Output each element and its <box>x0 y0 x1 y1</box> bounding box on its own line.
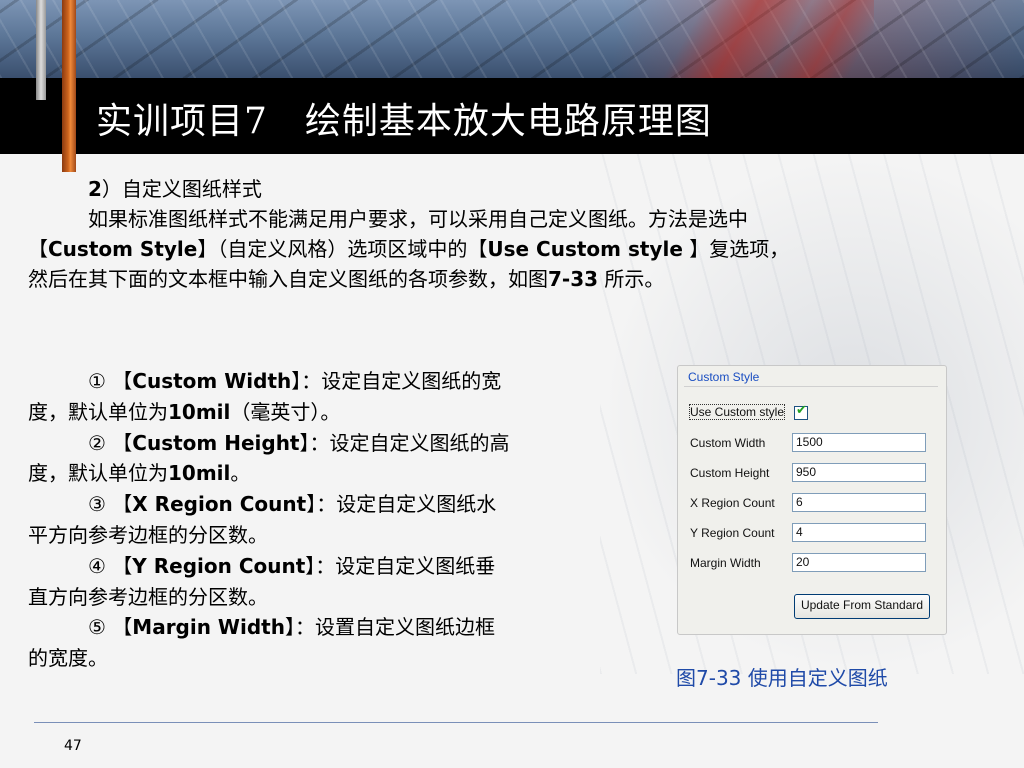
item-cont-end: 。 <box>230 461 251 486</box>
list-item-continuation: 直方向参考边框的分区数。 <box>28 582 628 613</box>
intro-bracket: 【 <box>28 237 48 261</box>
parameter-list: ① 【Custom Width】：设定自定义图纸的宽 度，默认单位为10mil（… <box>28 366 628 674</box>
intro-custom-style-term: Custom Style <box>48 237 198 261</box>
item-desc: 】：设置自定义图纸边框 <box>284 615 495 640</box>
item-bracket: 【 <box>105 430 133 455</box>
list-item-continuation: 度，默认单位为10mil。 <box>28 458 628 489</box>
figure-caption: 图7-33 使用自定义图纸 <box>676 666 888 690</box>
item-key: Custom Height <box>132 430 300 455</box>
header-banner-image <box>0 0 1024 78</box>
item-bracket: 【 <box>105 615 133 640</box>
use-custom-style-checkbox[interactable]: ✔ <box>794 403 808 420</box>
intro-heading: 2）自定义图纸样式 <box>28 174 958 204</box>
list-item: ③ 【X Region Count】：设定自定义图纸水 <box>28 489 628 520</box>
footer-divider <box>34 722 878 723</box>
list-item: ⑤ 【Margin Width】：设置自定义图纸边框 <box>28 612 628 643</box>
item-number: ③ <box>88 492 106 517</box>
intro-heading-text: ）自定义图纸样式 <box>101 177 262 201</box>
custom-height-label: Custom Height <box>690 466 770 480</box>
item-cont-text: 直方向参考边框的分区数。 <box>28 584 268 609</box>
banner-red-crane <box>654 0 874 78</box>
y-region-count-field[interactable]: 4 <box>792 523 926 542</box>
item-cont-text: 平方向参考边框的分区数。 <box>28 522 268 547</box>
item-number: ⑤ <box>88 615 106 640</box>
intro-line-3: 然后在其下面的文本框中输入自定义图纸的各项参数，如图7-33 所示。 <box>28 264 958 294</box>
intro-line-2-end: 】复选项， <box>682 237 790 261</box>
item-number: ② <box>88 430 106 455</box>
check-icon: ✔ <box>796 403 807 418</box>
intro-line-2: 【Custom Style】（自定义风格）选项区域中的【Use Custom s… <box>28 234 958 264</box>
custom-width-field[interactable]: 1500 <box>792 433 926 452</box>
group-title: Custom Style <box>688 370 760 384</box>
item-cont-text: 的宽度。 <box>28 646 108 671</box>
intro-line-3-end: 所示。 <box>598 267 665 291</box>
list-item: ① 【Custom Width】：设定自定义图纸的宽 <box>28 366 628 397</box>
list-item-continuation: 平方向参考边框的分区数。 <box>28 520 628 551</box>
y-region-count-label: Y Region Count <box>690 526 775 540</box>
custom-style-dialog: Custom Style Use Custom style ✔ Custom W… <box>677 365 947 635</box>
item-cont-end: （毫英寸）。 <box>230 399 341 424</box>
margin-width-label: Margin Width <box>690 556 761 570</box>
item-key: Y Region Count <box>132 553 306 578</box>
intro-paragraph: 2）自定义图纸样式 如果标准图纸样式不能满足用户要求，可以采用自己定义图纸。方法… <box>28 174 958 294</box>
intro-line-3-text: 然后在其下面的文本框中输入自定义图纸的各项参数，如图 <box>28 267 548 291</box>
item-number: ④ <box>88 553 106 578</box>
item-bracket: 【 <box>105 369 133 393</box>
item-bracket: 【 <box>105 492 133 517</box>
item-desc: 】：设定自定义图纸的高 <box>299 430 510 455</box>
item-key: X Region Count <box>132 492 307 517</box>
item-cont-text: 度，默认单位为 <box>28 461 168 486</box>
intro-figure-ref: 7-33 <box>548 267 599 291</box>
custom-height-field[interactable]: 950 <box>792 463 926 482</box>
decorative-pole-orange <box>62 0 76 172</box>
item-desc: 】：设定自定义图纸水 <box>306 492 497 517</box>
custom-width-label: Custom Width <box>690 436 766 450</box>
list-item: ② 【Custom Height】：设定自定义图纸的高 <box>28 428 628 459</box>
intro-heading-number: 2 <box>88 177 102 201</box>
item-cont-text: 度，默认单位为 <box>28 399 168 424</box>
item-key: Custom Width <box>132 369 292 393</box>
intro-line-2-text: 】（自定义风格）选项区域中的【 <box>197 237 488 261</box>
item-unit: 10mil <box>168 399 231 424</box>
decorative-pole-gray <box>36 0 46 100</box>
list-item-continuation: 的宽度。 <box>28 643 628 674</box>
intro-line-1: 如果标准图纸样式不能满足用户要求，可以采用自己定义图纸。方法是选中 <box>88 207 748 231</box>
item-number: ① <box>88 369 106 393</box>
group-divider <box>684 386 938 387</box>
list-item-continuation: 度，默认单位为10mil（毫英寸）。 <box>28 397 628 428</box>
x-region-count-field[interactable]: 6 <box>792 493 926 512</box>
page-number: 47 <box>64 738 82 754</box>
update-from-standard-button[interactable]: Update From Standard <box>794 594 930 619</box>
item-key: Margin Width <box>132 615 285 640</box>
item-desc: 】：设定自定义图纸垂 <box>305 553 496 578</box>
intro-use-custom-style-term: Use Custom style <box>487 237 683 261</box>
use-custom-style-label[interactable]: Use Custom style <box>688 404 786 420</box>
margin-width-field[interactable]: 20 <box>792 553 926 572</box>
list-item: ④ 【Y Region Count】：设定自定义图纸垂 <box>28 551 628 582</box>
x-region-count-label: X Region Count <box>690 496 775 510</box>
item-unit: 10mil <box>168 461 231 486</box>
item-bracket: 【 <box>105 553 133 578</box>
slide-title: 实训项目7 绘制基本放大电路原理图 <box>96 101 712 142</box>
item-desc: 】：设定自定义图纸的宽 <box>291 369 502 393</box>
